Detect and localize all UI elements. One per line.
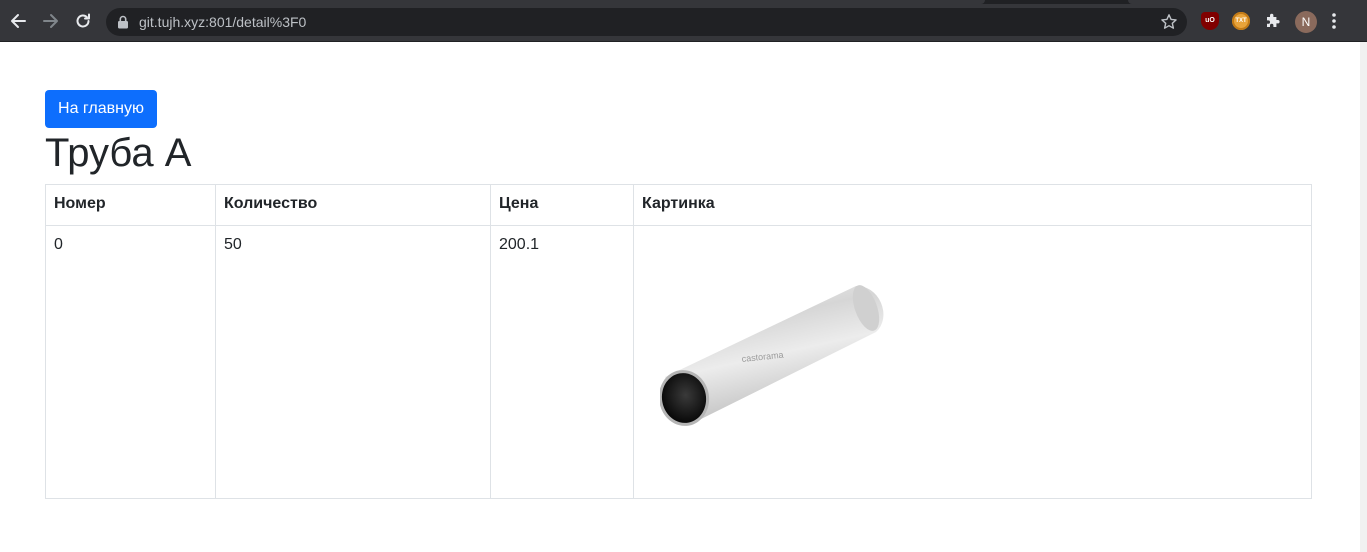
detail-table: Номер Количество Цена Картинка 0 50 200.… <box>45 184 1312 499</box>
table-row: 0 50 200.1 castorama <box>45 225 1312 499</box>
forward-button[interactable] <box>39 9 63 33</box>
txt-extension-icon[interactable]: TXT <box>1232 12 1250 30</box>
browser-tab[interactable] <box>0 0 985 4</box>
reload-button[interactable] <box>71 9 95 33</box>
url-text[interactable]: git.tujh.xyz:801/detail%3F0 <box>139 14 306 30</box>
column-header-number: Номер <box>45 184 216 226</box>
bookmark-star-icon[interactable] <box>1160 13 1178 31</box>
ublock-icon[interactable]: uO <box>1201 12 1219 30</box>
product-image: castorama <box>658 274 900 444</box>
tab-strip <box>0 0 1367 4</box>
back-button[interactable] <box>6 9 30 33</box>
address-bar[interactable]: git.tujh.xyz:801/detail%3F0 <box>106 8 1187 36</box>
browser-toolbar: git.tujh.xyz:801/detail%3F0 uO TXT N <box>0 0 1367 42</box>
reload-icon <box>76 13 90 28</box>
cell-quantity: 50 <box>215 225 491 499</box>
lock-icon <box>118 15 128 29</box>
page-scrollbar[interactable] <box>1360 42 1367 552</box>
page-title: Труба А <box>45 131 192 175</box>
more-menu-icon[interactable] <box>1331 12 1337 30</box>
profile-avatar[interactable]: N <box>1295 11 1317 33</box>
cell-price: 200.1 <box>490 225 634 499</box>
column-header-picture: Картинка <box>633 184 1312 226</box>
puzzle-icon[interactable] <box>1264 12 1282 30</box>
cell-number: 0 <box>45 225 216 499</box>
column-header-price: Цена <box>490 184 634 226</box>
table-header-row: Номер Количество Цена Картинка <box>45 184 1312 226</box>
cell-picture: castorama <box>633 225 1312 499</box>
browser-tab[interactable] <box>1128 0 1367 4</box>
arrow-right-icon <box>43 14 58 28</box>
arrow-left-icon <box>11 14 26 28</box>
pipe-image: castorama <box>658 285 884 426</box>
home-button[interactable]: На главную <box>45 90 157 128</box>
column-header-quantity: Количество <box>215 184 491 226</box>
